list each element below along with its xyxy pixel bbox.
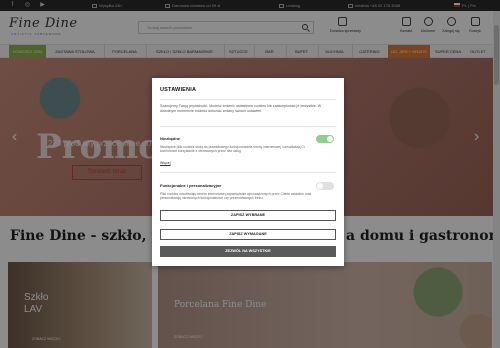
necessary-more-link[interactable]: Więcej bbox=[160, 161, 171, 165]
divider bbox=[160, 126, 336, 127]
save-selected-button[interactable]: ZAPISZ WYBRANE bbox=[160, 210, 336, 221]
necessary-cookies-text: Niezbędne pliki cookies służą do prawidł… bbox=[160, 145, 305, 154]
modal-title: USTAWIENIA bbox=[160, 87, 197, 93]
divider bbox=[160, 99, 336, 100]
save-required-button[interactable]: ZAPISZ WYMAGANE bbox=[160, 229, 336, 240]
divider bbox=[160, 172, 336, 173]
toggle-knob bbox=[327, 136, 333, 142]
necessary-cookies-toggle[interactable] bbox=[316, 135, 334, 143]
modal-intro: Szanujemy Twoją prywatność. Możesz zmien… bbox=[160, 104, 322, 113]
functional-cookies-title: Funkcjonalne i personalizacyjne bbox=[160, 183, 222, 188]
toggle-knob bbox=[317, 183, 323, 189]
necessary-cookies-title: Niezbędne bbox=[160, 136, 181, 141]
accept-all-button[interactable]: ZEZWÓL NA WSZYSTKIE bbox=[160, 246, 336, 257]
functional-cookies-text: Pliki cookies umożliwiają stronie intern… bbox=[160, 192, 312, 201]
functional-cookies-toggle[interactable] bbox=[316, 182, 334, 190]
cookie-settings-modal: USTAWIENIA Szanujemy Twoją prywatność. M… bbox=[152, 78, 344, 266]
